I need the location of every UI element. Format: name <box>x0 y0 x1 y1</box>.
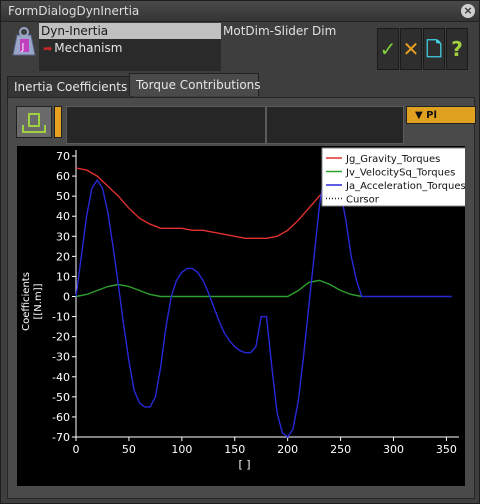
x-tick-label: 300 <box>383 443 404 456</box>
y-tick-label: 50 <box>56 190 70 203</box>
legend-label-2: Jv_VelocitySq_Torques <box>345 168 455 179</box>
plot-dropdown[interactable]: ▼ Pl <box>406 106 476 124</box>
y-tick-label: -70 <box>52 431 70 444</box>
window-title: FormDialogDynInertia <box>8 4 140 18</box>
y-tick-label: -10 <box>52 311 70 324</box>
tree-branch-arrow-icon: ➡ <box>43 42 53 55</box>
dimension-label: MotDim-Slider Dim <box>223 24 337 38</box>
chart-area: 70 60 50 40 30 20 10 0 -10 -20 -30 -40 -50 -60 -70 0 50 1… <box>17 146 465 486</box>
y-tick-label: 0 <box>63 291 70 304</box>
svg-text:J: J <box>21 42 25 53</box>
y-tick-label: -30 <box>52 351 70 364</box>
torque-panel: ▼ Pl 70 60 50 40 30 20 10 0 -10 -20 -30 -40 -50 -60 -7… <box>7 97 476 499</box>
tree-item-mechanism[interactable]: ➡ Mechanism <box>43 40 122 56</box>
dialog-window: FormDialogDynInertia × J Dyn-Inertia ➡ Me… <box>0 0 480 504</box>
ok-button[interactable]: ✓ <box>377 28 399 70</box>
x-axis-label: [ ] <box>238 458 250 471</box>
close-button[interactable]: × <box>461 4 475 18</box>
new-document-button[interactable]: 🗋 <box>423 28 445 70</box>
tab-torque-contributions[interactable]: Torque Contributions <box>129 73 261 96</box>
chart-legend: Jg_Gravity_Torques Jv_VelocitySq_Torques J… <box>321 147 465 207</box>
y-tick-label: -40 <box>52 371 70 384</box>
series-line-1 <box>75 167 362 240</box>
y-tick-label: 70 <box>56 150 70 163</box>
x-tick-label: 250 <box>330 443 351 456</box>
x-tick-label: 350 <box>436 443 457 456</box>
y-tick-label: 10 <box>56 270 70 283</box>
clipped-tool-button[interactable] <box>54 106 62 138</box>
info-field-right <box>266 106 404 144</box>
title-bar: FormDialogDynInertia × <box>1 1 479 22</box>
tree-item-dyn-inertia[interactable]: Dyn-Inertia <box>39 23 221 39</box>
x-tick-label: 200 <box>277 443 298 456</box>
export-tool-button[interactable] <box>16 106 52 138</box>
legend-label-4: Cursor <box>346 195 380 206</box>
tree-item-mechanism-label: Mechanism <box>54 41 123 55</box>
y-tick-label: -60 <box>52 411 70 424</box>
export-icon <box>22 113 46 133</box>
x-tick-label: 150 <box>224 443 245 456</box>
y-tick-label: 30 <box>56 230 70 243</box>
cancel-button[interactable]: ✕ <box>400 28 422 70</box>
y-tick-label: 20 <box>56 250 70 263</box>
y-tick-label: 40 <box>56 210 70 223</box>
x-tick-label: 100 <box>171 443 192 456</box>
x-tick-label: 50 <box>122 443 136 456</box>
y-tick-label: 60 <box>56 170 70 183</box>
legend-label-1: Jg_Gravity_Torques <box>345 154 440 165</box>
y-axis-label: Coefficients <box>21 272 32 331</box>
mechanism-tree[interactable]: Dyn-Inertia ➡ Mechanism <box>39 23 221 71</box>
help-button[interactable]: ? <box>446 28 468 70</box>
info-field-left <box>66 106 266 144</box>
x-tick-label: 0 <box>73 443 80 456</box>
legend-label-3: Ja_Acceleration_Torques <box>345 181 465 192</box>
y-axis-unit-label: [[N.m]] <box>33 283 44 319</box>
y-tick-label: -50 <box>52 391 70 404</box>
torque-chart: 706050403020100-10-20-30-40-50-60-700 50 1… <box>21 147 465 471</box>
y-tick-label: -20 <box>52 331 70 344</box>
inertia-app-icon: J <box>12 27 36 56</box>
tab-inertia-coefficients[interactable]: Inertia Coefficients <box>7 76 133 97</box>
